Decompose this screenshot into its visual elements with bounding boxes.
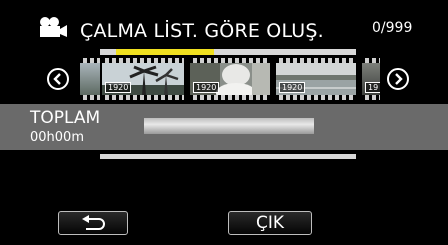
return-arrow-icon: [82, 215, 105, 230]
chevron-left-icon: [53, 73, 61, 85]
back-button[interactable]: [58, 211, 128, 235]
video-camera-icon: [40, 17, 67, 37]
exit-button[interactable]: ÇIK: [228, 211, 312, 235]
thumbnail-item[interactable]: 1920: [190, 58, 270, 100]
thumbnail-item[interactable]: 1920: [102, 58, 184, 100]
divider-line: [100, 154, 356, 159]
total-time: 00h00m: [30, 130, 84, 145]
resolution-badge: 19: [365, 82, 380, 93]
timeline-position-indicator: [116, 49, 214, 55]
chevron-right-icon: [395, 73, 403, 85]
total-label: TOPLAM: [30, 108, 101, 128]
page-title: ÇALMA LİST. GÖRE OLUŞ.: [80, 20, 324, 42]
capacity-bar: [144, 118, 314, 134]
prev-button[interactable]: [47, 68, 69, 90]
timeline-track: [100, 49, 356, 55]
thumbnail-item[interactable]: 1920: [276, 58, 356, 100]
resolution-badge: 1920: [193, 82, 220, 93]
thumbnail-partial-right[interactable]: 19: [362, 58, 380, 100]
resolution-badge: 1920: [105, 82, 132, 93]
thumbnail-partial-left[interactable]: [80, 58, 100, 100]
resolution-badge: 1920: [279, 82, 306, 93]
playlist-counter: 0/999: [372, 20, 413, 36]
next-button[interactable]: [387, 68, 409, 90]
thumbnail-strip[interactable]: 1920 1920 1920 19: [80, 58, 380, 100]
